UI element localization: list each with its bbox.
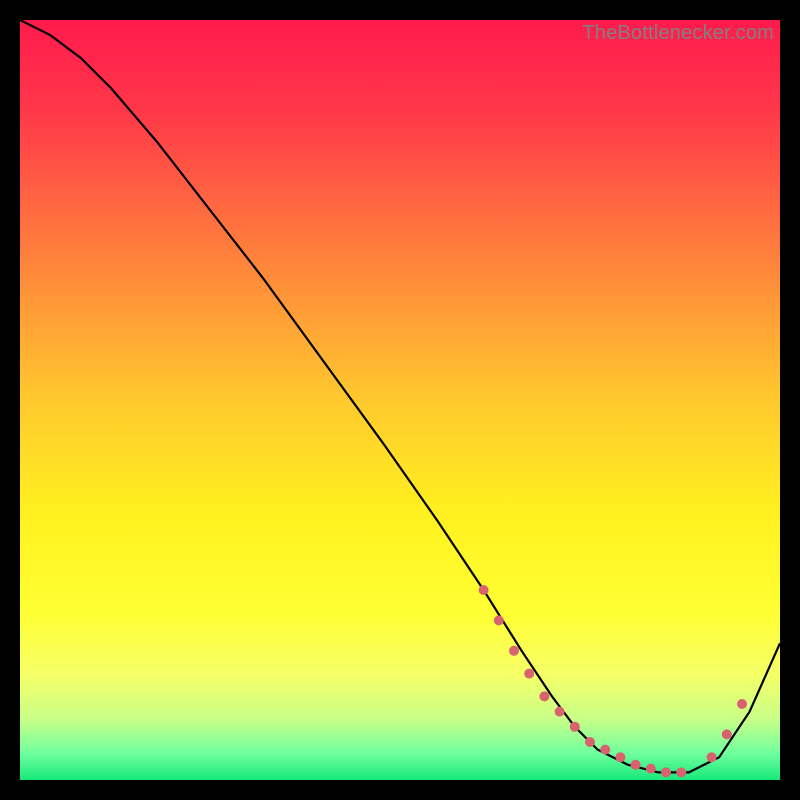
data-point: [509, 646, 519, 656]
data-point: [494, 615, 504, 625]
data-point: [722, 729, 732, 739]
data-point: [661, 767, 671, 777]
data-point: [479, 585, 489, 595]
data-point: [615, 752, 625, 762]
data-point: [737, 699, 747, 709]
data-point: [600, 745, 610, 755]
data-point: [555, 707, 565, 717]
chart-svg: [20, 20, 780, 780]
data-point: [585, 737, 595, 747]
data-point: [570, 722, 580, 732]
chart-frame: TheBottlenecker.com: [20, 20, 780, 780]
watermark-text: TheBottlenecker.com: [582, 22, 774, 45]
data-point: [524, 669, 534, 679]
data-point: [631, 760, 641, 770]
data-point: [707, 752, 717, 762]
data-point: [539, 691, 549, 701]
data-point: [676, 767, 686, 777]
gradient-bg: [20, 20, 780, 780]
data-point: [646, 764, 656, 774]
